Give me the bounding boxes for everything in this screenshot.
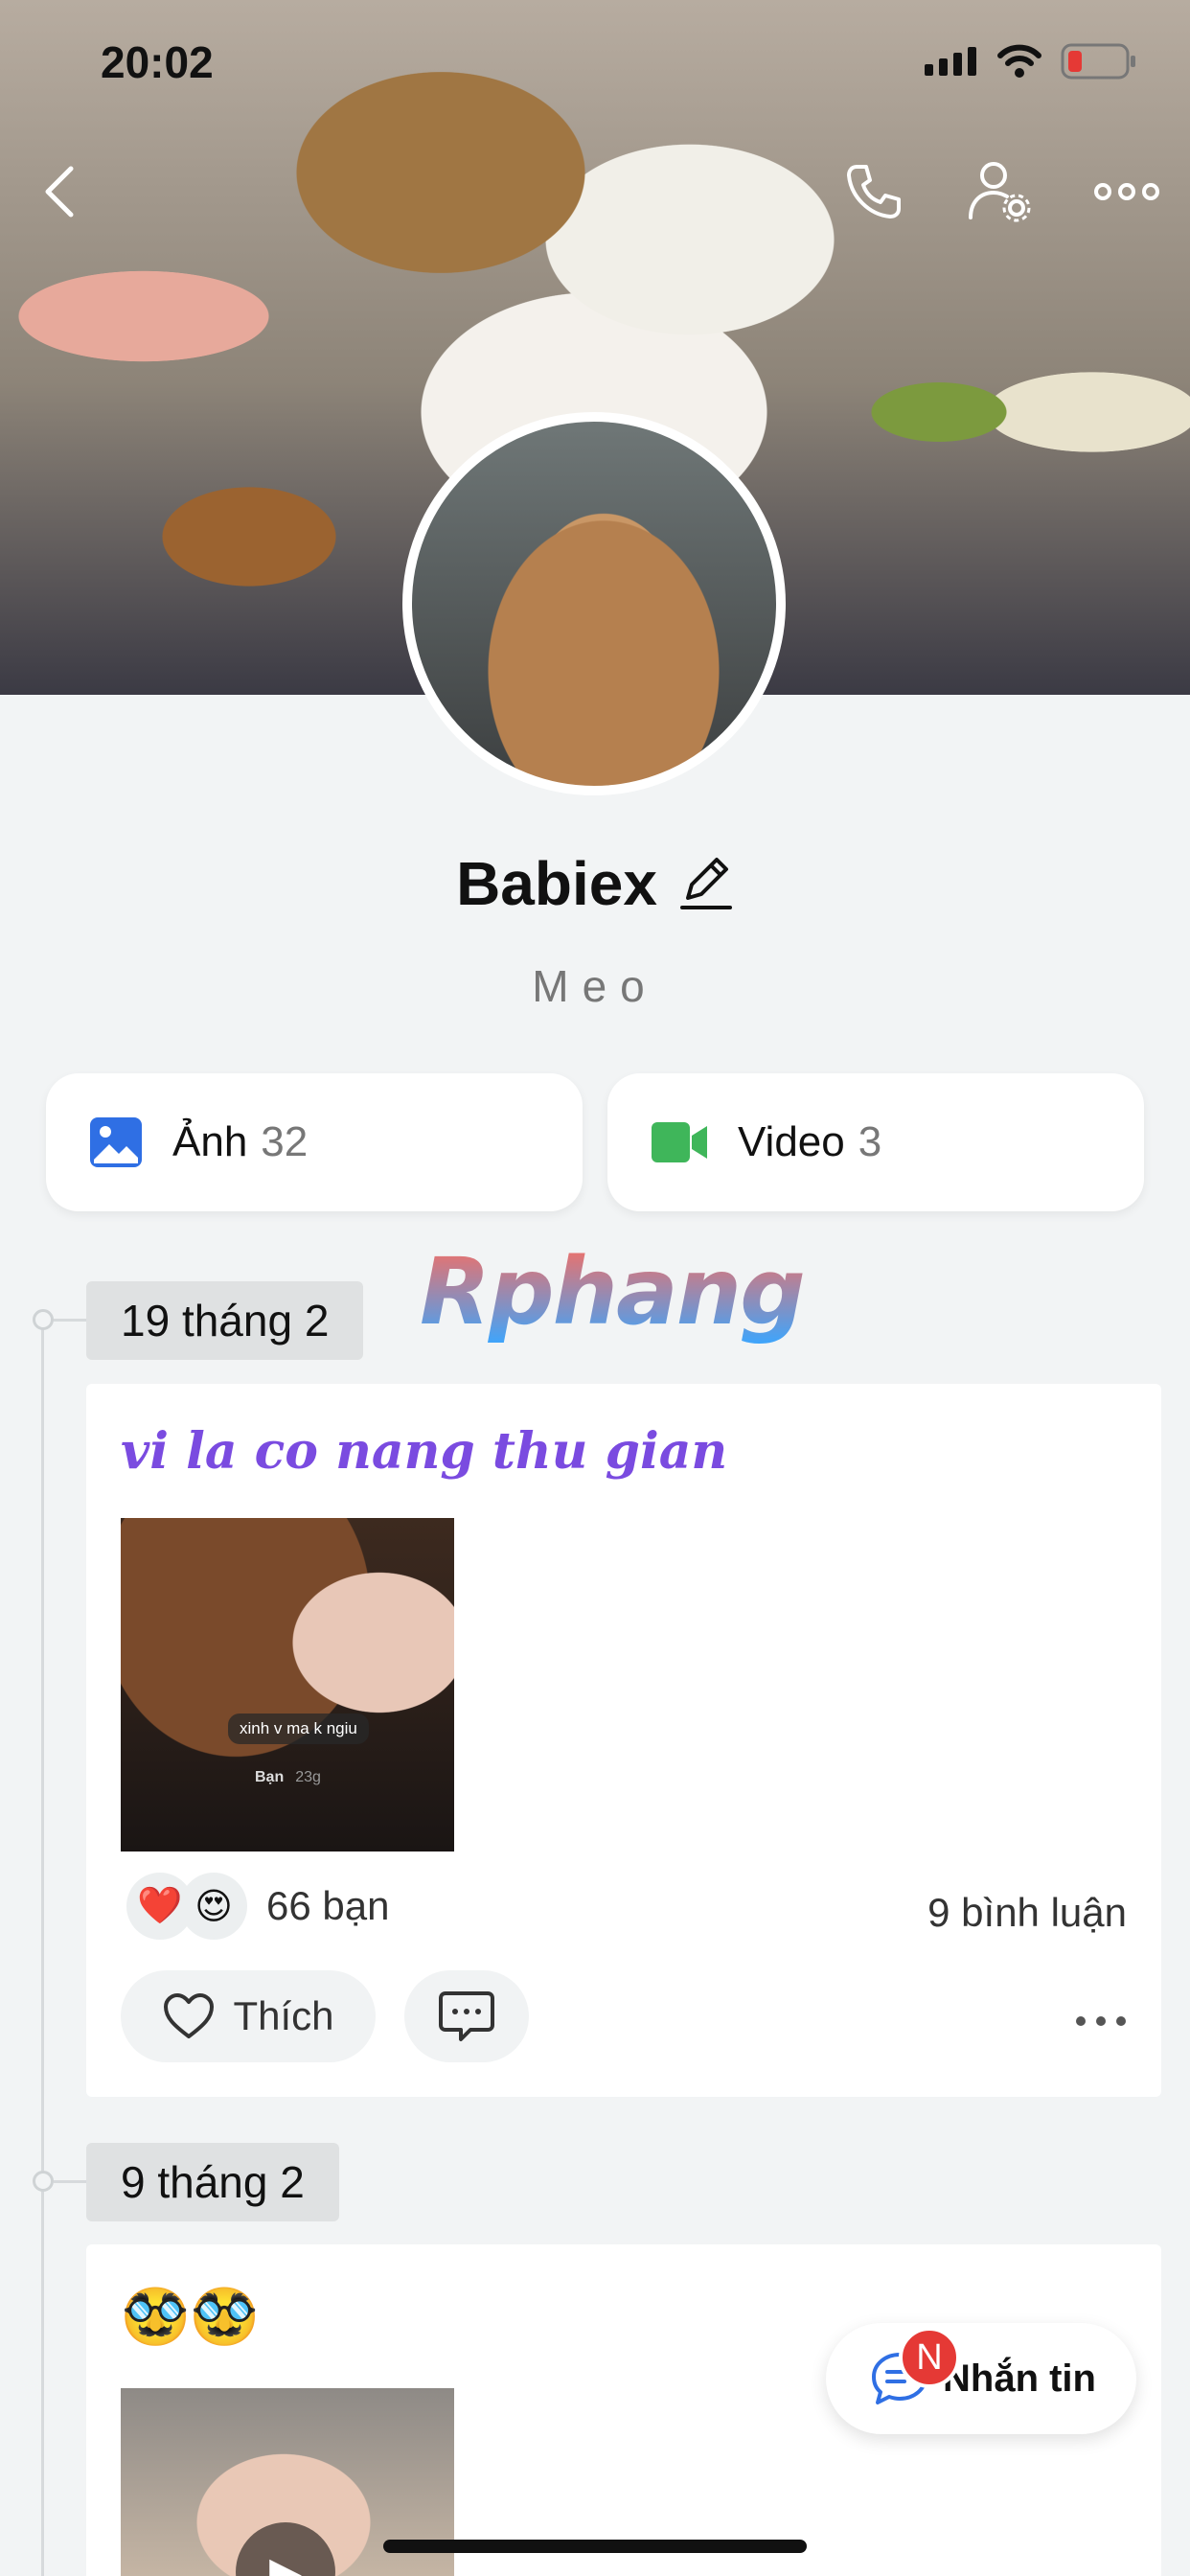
avatar[interactable] [402,412,786,795]
profile-name-row: Babiex [0,848,1190,919]
battery-low-icon [1061,43,1135,80]
play-icon[interactable]: ▶ [236,2522,335,2576]
comment-button[interactable] [404,1970,529,2062]
more-horizontal-icon [1094,183,1159,200]
phone-icon [847,165,901,218]
timeline-connector [54,1319,86,1322]
post-text: 🥸🥸 [121,2286,260,2348]
reactions-summary[interactable]: ❤️ 😍 66 bạn [126,1873,389,1940]
photos-count: 32 [261,1118,309,1165]
heart-outline-icon [164,1993,215,2038]
profile-bio: Meo [532,961,658,1011]
timeline-dot [33,2171,54,2192]
profile-name: Babiex [456,849,657,918]
more-options-button[interactable] [1088,153,1165,230]
message-button[interactable]: Nhắn tin N [826,2323,1136,2434]
wifi-icon [997,44,1041,78]
back-button[interactable] [21,153,98,230]
image-author: Bạn [255,1769,285,1785]
post-more-button[interactable] [1075,1993,1127,2036]
videos-count: 3 [858,1118,882,1165]
post-date-chip: 9 tháng 2 [86,2143,339,2221]
more-horizontal-icon [1076,2016,1126,2026]
timeline-connector [54,2180,86,2183]
timeline-dot [33,1309,54,1330]
like-button[interactable]: Thích [121,1970,376,2062]
like-label: Thích [233,1993,334,2038]
videos-card[interactable]: Video 3 [607,1073,1144,1211]
video-camera-icon [652,1122,707,1162]
watermark: Rphang [420,1238,806,1346]
reaction-count: 66 bạn [266,1883,390,1928]
photos-label: Ảnh [172,1118,248,1165]
profile-settings-button[interactable] [962,153,1039,230]
post-title: vi la co nang thu gian [121,1422,728,1481]
home-indicator [383,2540,807,2553]
status-icons [925,43,1137,80]
videos-label: Video [738,1118,845,1165]
comment-bubble-icon [439,1991,494,2041]
call-button[interactable] [835,153,912,230]
message-label: Nhắn tin [943,2357,1096,2400]
timeline-line [41,1313,44,2576]
post-image[interactable]: xinh v ma k ngiu Bạn 23g [121,1518,454,1852]
photos-card[interactable]: Ảnh 32 [46,1073,583,1211]
image-icon [90,1117,142,1167]
heart-eyes-reaction-icon: 😍 [180,1873,247,1940]
notification-badge: N [899,2327,960,2388]
image-meta: Bạn 23g [255,1769,321,1786]
image-time: 23g [295,1769,321,1785]
edit-pencil-icon[interactable] [678,854,734,913]
status-time: 20:02 [101,37,214,87]
image-caption: xinh v ma k ngiu [228,1714,369,1744]
cellular-signal-icon [925,47,976,76]
comment-count[interactable]: 9 bình luận [927,1890,1127,1936]
post-card[interactable]: vi la co nang thu gian xinh v ma k ngiu … [86,1384,1161,2097]
user-gear-icon [969,162,1031,222]
post-date-chip: 19 tháng 2 [86,1281,364,1360]
chevron-left-icon [45,166,74,218]
